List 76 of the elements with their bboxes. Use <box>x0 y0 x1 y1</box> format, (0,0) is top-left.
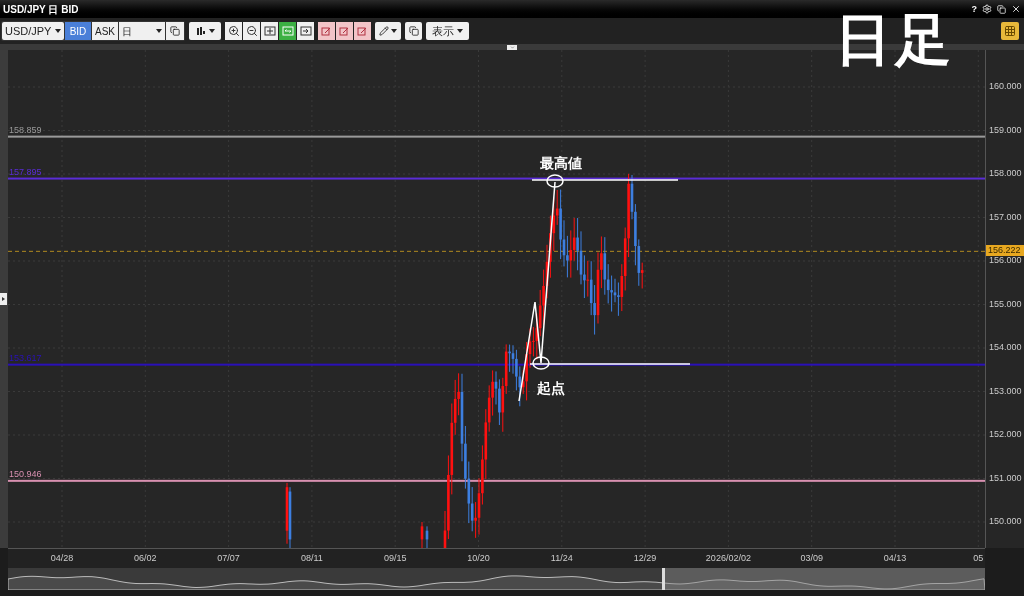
candlestick-icon <box>195 26 206 36</box>
side-panel-tab[interactable] <box>0 293 7 305</box>
zoom-out-icon <box>245 25 258 37</box>
date-axis-label: 12/29 <box>633 554 657 563</box>
caret-icon <box>2 297 5 301</box>
fit-icon <box>263 25 276 37</box>
price-axis-label: 154.000 <box>989 343 1022 352</box>
price-axis-label: 156.000 <box>989 256 1022 265</box>
caret-icon <box>156 29 162 33</box>
layout-button[interactable] <box>1001 22 1019 40</box>
date-axis-label: 03/09 <box>800 554 823 563</box>
grid-icon <box>1004 25 1016 37</box>
price-axis-label: 158.000 <box>989 169 1022 178</box>
price-axis-label: 150.000 <box>989 517 1022 526</box>
restore-icon[interactable] <box>997 4 1006 14</box>
date-axis-label: 04/28 <box>50 554 74 563</box>
level-label: 157.895 <box>9 166 42 177</box>
level-label: 150.946 <box>9 468 42 479</box>
marker-circle <box>546 174 564 188</box>
price-axis-label: 159.000 <box>989 125 1022 135</box>
compare-button[interactable] <box>166 22 184 40</box>
drawing-tool-button[interactable] <box>354 22 371 40</box>
display-menu-button[interactable]: 表示 <box>426 22 469 40</box>
level-label: 158.859 <box>9 124 42 135</box>
settings-icon[interactable] <box>982 4 992 14</box>
overlay-caption: 日足 <box>835 12 955 68</box>
zoom-in-icon <box>227 25 240 37</box>
windows-icon <box>170 26 180 36</box>
caret-icon <box>208 29 215 33</box>
caret-icon <box>457 29 463 33</box>
draw-object-icon <box>357 25 368 37</box>
scroll-icon <box>281 25 294 37</box>
date-axis-label: 04/13 <box>883 554 907 563</box>
price-side-tab[interactable]: BID <box>65 22 91 40</box>
marker-circle <box>532 356 550 370</box>
pen-icon <box>379 26 389 36</box>
date-axis-label: 05 <box>973 554 984 563</box>
price-side-tab[interactable]: ASK <box>92 22 118 40</box>
chart-tool-button[interactable] <box>243 22 260 40</box>
price-axis-label: 160.000 <box>989 82 1022 91</box>
annotation-label: 最高値 <box>540 155 582 171</box>
date-axis-label: 07/07 <box>217 554 240 563</box>
annotation-label: 起点 <box>537 380 565 396</box>
price-axis-label: 151.000 <box>989 473 1022 483</box>
chart-tool-button[interactable] <box>261 22 278 40</box>
window-button[interactable] <box>405 22 422 40</box>
window-title: USD/JPY 日 BID <box>3 2 79 17</box>
symbol-select[interactable]: USD/JPY <box>2 22 64 40</box>
level-label: 153.617 <box>9 352 42 363</box>
caret-icon <box>55 29 61 33</box>
windows-icon <box>408 26 419 36</box>
drawing-tool-button[interactable] <box>318 22 335 40</box>
timeframe-select[interactable]: 日 <box>119 22 165 40</box>
caret-icon <box>391 29 397 33</box>
date-axis-label: 06/02 <box>134 554 157 563</box>
jump-end-icon <box>299 25 312 37</box>
price-axis-label: 155.000 <box>989 299 1022 309</box>
navigator-drawing[interactable] <box>8 568 985 590</box>
chart-type-button[interactable] <box>189 22 221 40</box>
chart-tool-button[interactable] <box>297 22 314 40</box>
price-axis-label: 152.000 <box>989 430 1022 439</box>
help-button[interactable]: ? <box>971 4 977 14</box>
draw-object-icon <box>339 25 350 37</box>
drawing-tool-button[interactable] <box>336 22 353 40</box>
draw-object-icon <box>321 25 332 37</box>
date-axis-label: 09/15 <box>383 554 407 563</box>
current-price-tag: 156.222 <box>986 245 1024 257</box>
date-axis-label: 2026/02/02 <box>705 554 751 563</box>
close-icon[interactable] <box>1011 4 1021 14</box>
date-axis-label: 10/20 <box>467 554 490 563</box>
chart-tool-button[interactable] <box>225 22 242 40</box>
price-axis-label: 157.000 <box>989 212 1022 222</box>
date-axis-label: 11/24 <box>550 554 573 563</box>
pen-button[interactable] <box>375 22 401 40</box>
date-axis-label: 08/11 <box>300 554 323 563</box>
price-axis-label: 153.000 <box>989 386 1022 396</box>
